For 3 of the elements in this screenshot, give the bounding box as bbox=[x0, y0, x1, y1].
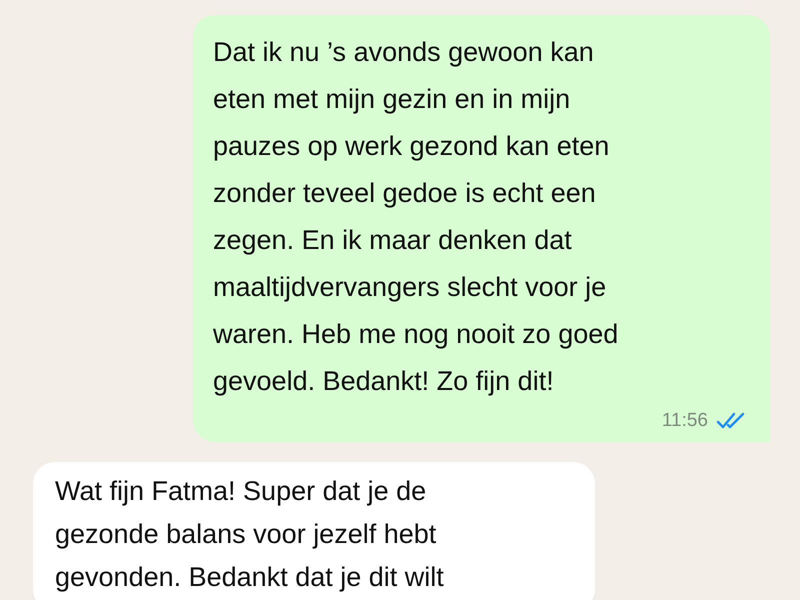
message-text: Dat ik nu ’s avonds gewoon kan eten met mijn gezin en in mijn pauzes op werk gezond kan eten zonder teveel gedoe is echt een zegen. En ik maar denken dat maaltijdvervangers slecht voor je waren. Heb me nog nooit zo goed gevoeld. Bedankt! Zo fijn dit! bbox=[213, 36, 620, 398]
message-text: Wat fijn Fatma! Super dat je de gezonde balans voor jezelf hebt gevonden. Bedankt dat je dit wilt bbox=[55, 474, 445, 594]
message-time: 11:56 bbox=[662, 409, 708, 433]
